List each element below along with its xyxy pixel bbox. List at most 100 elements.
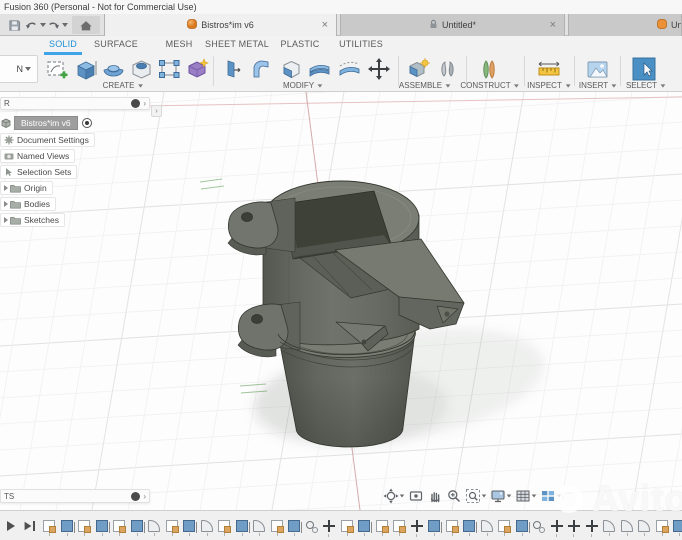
timeline-feature-fillet-icon[interactable] [200, 520, 213, 536]
browser-item-document-settings[interactable]: Document Settings [0, 133, 95, 147]
document-tab-bistros[interactable]: Bistros*im v6 × [104, 14, 337, 36]
timeline-feature-extrude-icon[interactable] [428, 520, 442, 536]
timeline-feature-extrude-icon[interactable] [95, 520, 110, 536]
ribbon-tab-mesh[interactable]: MESH [166, 39, 193, 49]
document-tab-untitled-2[interactable]: Untitled [568, 14, 682, 36]
viewport-canvas[interactable] [0, 92, 682, 510]
timeline-feature-move-icon[interactable] [568, 520, 580, 537]
timeline-feature-extrude-icon[interactable] [183, 520, 197, 536]
group-label-text[interactable]: SELECT [626, 81, 657, 90]
timeline-feature-extrude-icon[interactable] [463, 520, 477, 536]
browser-root-row[interactable]: Bistros*im v6 [0, 116, 92, 130]
close-tab-icon[interactable]: × [550, 20, 556, 31]
form-box-button[interactable] [156, 56, 182, 82]
timeline-feature-extrude-icon[interactable] [288, 520, 302, 536]
group-label-text[interactable]: MODIFY [283, 81, 314, 90]
browser-item-named-views[interactable]: Named Views [0, 149, 76, 163]
comments-panel-bar[interactable]: TS › [0, 489, 150, 503]
undo-button[interactable] [24, 19, 46, 31]
expand-arrow-icon[interactable] [4, 217, 8, 223]
timeline-feature-pattern-icon[interactable] [533, 520, 545, 533]
save-icon[interactable] [4, 19, 24, 32]
timeline-feature-sketch-icon[interactable] [43, 520, 56, 536]
timeline-feature-fillet-icon[interactable] [253, 520, 265, 536]
group-label-text[interactable]: ASSEMBLE [399, 81, 442, 90]
timeline-feature-sketch-icon[interactable] [375, 520, 389, 536]
timeline-skip-end-icon[interactable] [24, 520, 35, 531]
ribbon-tab-solid[interactable]: SOLID [49, 39, 77, 49]
browser-item-sketches[interactable]: Sketches [0, 213, 65, 227]
flange-button[interactable] [220, 56, 246, 82]
browser-options-icon[interactable] [131, 99, 141, 108]
select-button[interactable] [630, 56, 660, 82]
timeline-feature-pattern-icon[interactable] [305, 520, 318, 533]
timeline-feature-sketch-icon[interactable] [165, 520, 179, 536]
timeline-feature-sketch-icon[interactable] [218, 520, 231, 536]
timeline-feature-extrude-icon[interactable] [130, 520, 145, 536]
timeline-feature-extrude-icon[interactable] [60, 520, 75, 536]
bend-button[interactable] [248, 56, 274, 82]
activate-component-radio[interactable] [81, 118, 92, 128]
browser-item-bodies[interactable]: Bodies [0, 197, 56, 211]
timeline-feature-sketch-icon[interactable] [340, 520, 354, 536]
group-label-text[interactable]: CONSTRUCT [460, 81, 510, 90]
home-view-button[interactable] [72, 16, 100, 34]
timeline-play-icon[interactable] [7, 520, 15, 531]
pan-button[interactable] [427, 488, 443, 504]
timeline-feature-extrude-icon[interactable] [235, 520, 250, 536]
hole-button[interactable] [128, 56, 154, 82]
redo-button[interactable] [46, 19, 68, 31]
measure-button[interactable] [536, 56, 562, 82]
construct-plane-button[interactable] [476, 56, 502, 82]
timeline-feature-extrude-icon[interactable] [673, 520, 682, 536]
fit-button[interactable] [465, 488, 487, 504]
browser-item-origin[interactable]: Origin [0, 181, 53, 195]
timeline-feature-fillet-icon[interactable] [480, 520, 493, 536]
browser-item-selection-sets[interactable]: Selection Sets [0, 165, 78, 179]
joint-button[interactable] [434, 56, 460, 82]
thicken-button[interactable] [306, 56, 332, 82]
expand-arrow-icon[interactable] [4, 201, 8, 207]
workspace-selector[interactable]: N [0, 55, 38, 83]
press-pull-button[interactable] [278, 56, 304, 82]
timeline-feature-sketch-icon[interactable] [78, 520, 91, 536]
insert-button[interactable] [584, 56, 610, 82]
group-label-text[interactable]: INSPECT [527, 81, 562, 90]
browser-header[interactable]: R › [0, 97, 150, 110]
timeline-feature-fillet-icon[interactable] [148, 520, 160, 536]
look-at-button[interactable] [408, 488, 424, 504]
timeline-feature-fillet-icon[interactable] [603, 520, 615, 536]
viewports-button[interactable] [540, 488, 562, 504]
ribbon-tab-sheetmetal[interactable]: SHEET METAL [205, 39, 269, 49]
ribbon-tab-utilities[interactable]: UTILITIES [339, 39, 383, 49]
timeline-feature-extrude-icon[interactable] [515, 520, 530, 536]
ribbon-tab-plastic[interactable]: PLASTIC [281, 39, 320, 49]
viewport[interactable]: R › › Bistros*im v6 Document Settings Na… [0, 92, 682, 510]
extrude-button[interactable] [72, 56, 98, 82]
timeline-feature-fillet-icon[interactable] [638, 520, 650, 536]
comments-options-icon[interactable] [131, 491, 141, 501]
browser-collapse-button[interactable]: › [151, 105, 162, 117]
ribbon-tab-surface[interactable]: SURFACE [94, 39, 138, 49]
timeline-feature-sketch-icon[interactable] [655, 520, 669, 536]
group-label-text[interactable]: CREATE [103, 81, 135, 90]
chevron-right-icon[interactable]: › [143, 99, 146, 108]
timeline-feature-sketch-icon[interactable] [270, 520, 284, 536]
timeline-feature-sketch-icon[interactable] [113, 520, 126, 536]
timeline-feature-fillet-icon[interactable] [620, 520, 633, 536]
offset-face-button[interactable] [336, 56, 362, 82]
browser-root-label[interactable]: Bistros*im v6 [14, 116, 78, 130]
timeline-feature-extrude-icon[interactable] [358, 520, 372, 536]
document-tab-untitled[interactable]: Untitled* × [340, 14, 565, 36]
zoom-button[interactable] [446, 488, 462, 504]
grid-snaps-button[interactable] [515, 488, 537, 504]
timeline-feature-move-icon[interactable] [323, 520, 335, 537]
timeline-feature-sketch-icon[interactable] [445, 520, 459, 536]
timeline-feature-move-icon[interactable] [410, 520, 423, 537]
timeline-feature-sketch-icon[interactable] [393, 520, 406, 536]
new-component-button[interactable] [405, 56, 431, 82]
group-label-text[interactable]: INSERT [579, 81, 608, 90]
create-form-button[interactable] [184, 56, 210, 82]
timeline-feature-move-icon[interactable] [550, 520, 563, 537]
display-settings-button[interactable] [490, 488, 512, 504]
